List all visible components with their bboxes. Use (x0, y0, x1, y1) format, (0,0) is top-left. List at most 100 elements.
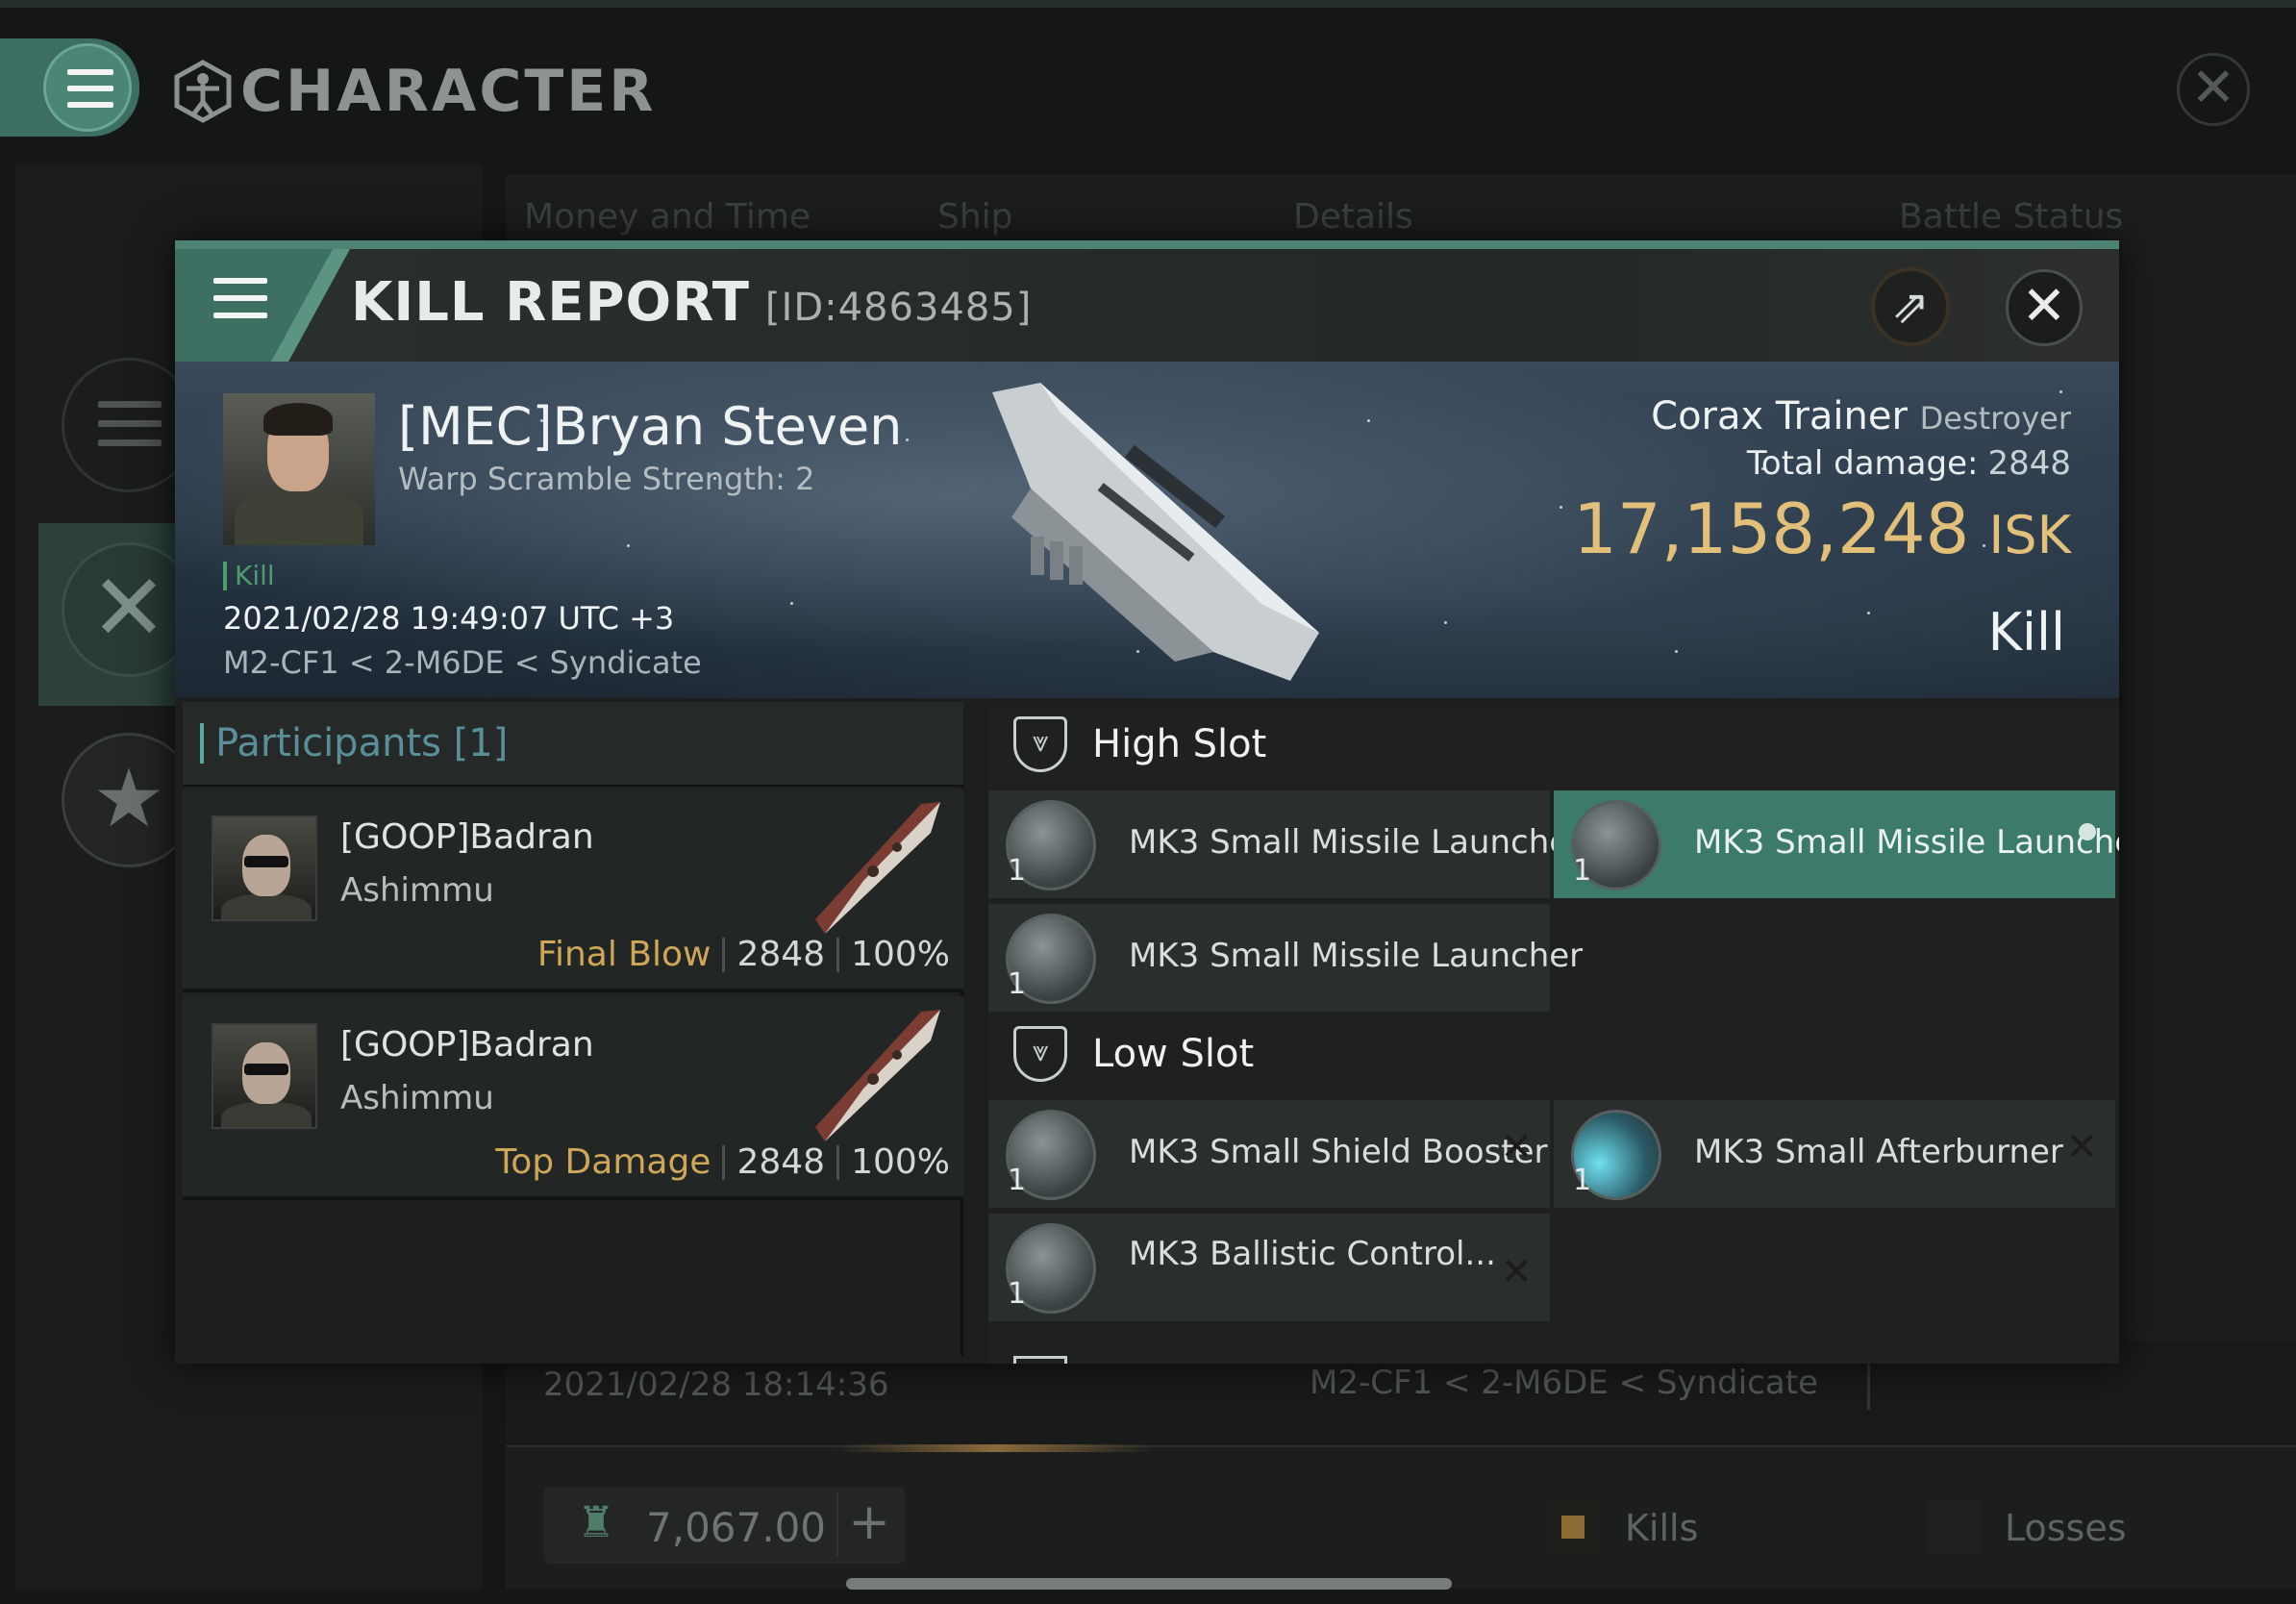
victim-banner: [MEC]Bryan Steven Warp Scramble Strength… (175, 362, 2119, 698)
module-qty: 1 (1008, 1164, 1027, 1197)
dropped-indicator-icon (2079, 823, 2096, 840)
victim-ship-image[interactable] (973, 373, 1338, 690)
low-slot-header: ⩔ Low Slot (988, 1012, 2119, 1096)
dialog-title: KILL REPORT [ID:4863485] (351, 271, 1032, 334)
participants-panel: Participants [1] [GOOP]Badran Ashimmu Fi… (183, 702, 963, 1356)
window-title: CHARACTER (173, 58, 656, 125)
participant-avatar[interactable] (212, 815, 317, 921)
isk-value: 17,158,248 ISK (1573, 489, 2071, 569)
kill-id: [ID:4863485] (764, 286, 1033, 330)
module-qty: 1 (1008, 967, 1027, 1001)
participant-damage: 2848 (736, 935, 826, 974)
victim-portrait[interactable] (223, 393, 375, 545)
home-indicator (846, 1578, 1452, 1590)
wallet-value: 7,067.00 (646, 1504, 827, 1551)
hamburger-menu-icon (213, 278, 267, 330)
list-icon (98, 401, 162, 459)
close-icon[interactable]: ✕ (2006, 269, 2083, 346)
main-menu-button[interactable] (0, 38, 139, 137)
tab-details[interactable]: Details (1293, 197, 1899, 237)
victim-name[interactable]: [MEC]Bryan Steven (398, 396, 902, 457)
slot-shield-icon: ⩔ (1013, 1026, 1067, 1082)
module-qty: 1 (1573, 854, 1592, 888)
kill-report-dialog: KILL REPORT [ID:4863485] ⇗ ✕ [MEC]Bryan S… (175, 240, 2119, 1364)
external-link-icon[interactable]: ⇗ (1871, 267, 1950, 346)
ship-class: Destroyer (1919, 400, 2071, 437)
add-funds-button[interactable]: + (836, 1492, 900, 1556)
module-item[interactable]: 1 MK3 Ballistic Control... ✕ (988, 1214, 1550, 1321)
row-location: M2-CF1 < 2-M6DE < Syndicate (1310, 1364, 1818, 1402)
high-slot-label: High Slot (1092, 722, 1267, 766)
isk-unit: ISK (1988, 505, 2071, 565)
destroyed-x-icon: ✕ (2065, 1125, 2098, 1169)
slot-shield-icon: ⩔ (1013, 716, 1067, 772)
module-name: MK3 Ballistic Control... (1129, 1235, 1496, 1273)
module-qty: 1 (1008, 854, 1027, 888)
kill-status: Kill (1987, 602, 2065, 663)
participant-row[interactable]: [GOOP]Badran Ashimmu Top Damage 2848 100… (183, 996, 963, 1200)
kill-location[interactable]: M2-CF1 < 2-M6DE < Syndicate (223, 644, 702, 681)
participants-header: Participants [1] (183, 702, 963, 787)
total-damage-value: 2848 (1987, 444, 2071, 483)
victim-subtitle: Warp Scramble Strength: 2 (398, 461, 815, 497)
kills-legend-swatch[interactable] (1546, 1500, 1600, 1554)
isk-amount: 17,158,248 (1573, 489, 1970, 569)
plex-icon: ♜ (577, 1498, 615, 1547)
module-item[interactable]: 1 MK3 Small Afterburner ✕ (1554, 1100, 2115, 1208)
participant-ship: Ashimmu (340, 871, 494, 910)
module-item[interactable]: 1 MK3 Small Shield Booster ✕ (988, 1100, 1550, 1208)
top-damage-label: Top Damage (495, 1142, 711, 1182)
destroyed-x-icon: ✕ (1500, 1125, 1533, 1169)
top-border (0, 0, 2296, 8)
participant-ship-image (815, 802, 940, 934)
kill-tag: Kill (223, 562, 275, 590)
tab-bar: Money and Time Ship Details Battle Statu… (524, 197, 2139, 237)
window-title-text: CHARACTER (240, 58, 657, 125)
kills-legend-label: Kills (1625, 1507, 1699, 1549)
participant-avatar[interactable] (212, 1023, 317, 1129)
module-qty: 1 (1008, 1277, 1027, 1311)
high-slot-header: ⩔ High Slot (988, 702, 2119, 787)
participant-ship-image (815, 1010, 940, 1141)
module-name: MK3 Small Afterburner (1694, 1133, 2063, 1171)
destroyed-x-icon: ✕ (1500, 1250, 1533, 1294)
mid-slot-header-partial (1013, 1356, 1067, 1364)
kill-datetime: 2021/02/28 19:49:07 UTC +3 (223, 600, 675, 637)
module-item[interactable]: 1 MK3 Small Missile Launcher (988, 790, 1583, 898)
participant-row[interactable]: [GOOP]Badran Ashimmu Final Blow 2848 100… (183, 789, 963, 992)
module-qty: 1 (1573, 1164, 1592, 1197)
participant-percent: 100% (851, 1142, 950, 1182)
module-item-selected[interactable]: 1 MK3 Small Missile Launcher (1554, 790, 2119, 898)
ship-name-text: Corax Trainer (1651, 394, 1908, 439)
module-name: MK3 Small Missile Launcher (1129, 823, 1584, 862)
final-blow-label: Final Blow (537, 935, 711, 974)
close-icon[interactable]: ✕ (2177, 53, 2250, 126)
fitting-panel: ⩔ High Slot 1 MK3 Small Missile Launcher… (988, 702, 2119, 1364)
module-name: MK3 Small Missile Launcher (1694, 823, 2119, 862)
hamburger-menu-icon (67, 69, 113, 118)
row-date: 2021/02/28 18:14:36 (543, 1366, 889, 1404)
participant-name: [GOOP]Badran (340, 817, 594, 857)
module-name: MK3 Small Missile Launcher (1129, 937, 1584, 975)
vitruvian-man-icon (174, 60, 232, 123)
dialog-title-text: KILL REPORT (351, 271, 750, 334)
tab-ship[interactable]: Ship (937, 197, 1293, 237)
row-divider (1867, 1356, 1870, 1410)
participant-percent: 100% (851, 935, 950, 974)
losses-legend-swatch[interactable] (1928, 1500, 1982, 1554)
total-damage: Total damage: 2848 (1747, 444, 2071, 483)
participants-title: Participants [1] (215, 721, 509, 765)
module-item[interactable]: 1 MK3 Small Missile Launcher (988, 904, 1583, 1012)
losses-legend-label: Losses (2005, 1507, 2127, 1549)
module-name: MK3 Small Shield Booster (1129, 1133, 1548, 1171)
tab-money-and-time[interactable]: Money and Time (524, 197, 937, 237)
participant-stats: Top Damage 2848 100% (495, 1142, 950, 1182)
participant-ship: Ashimmu (340, 1079, 494, 1117)
participant-name: [GOOP]Badran (340, 1025, 594, 1065)
participant-damage: 2848 (736, 1142, 826, 1182)
ship-name[interactable]: Corax Trainer Destroyer (1651, 394, 2071, 439)
tab-battle-status[interactable]: Battle Status (1899, 197, 2123, 237)
low-slot-label: Low Slot (1092, 1032, 1255, 1076)
participant-stats: Final Blow 2848 100% (537, 935, 950, 974)
total-damage-label: Total damage: (1746, 444, 1979, 483)
